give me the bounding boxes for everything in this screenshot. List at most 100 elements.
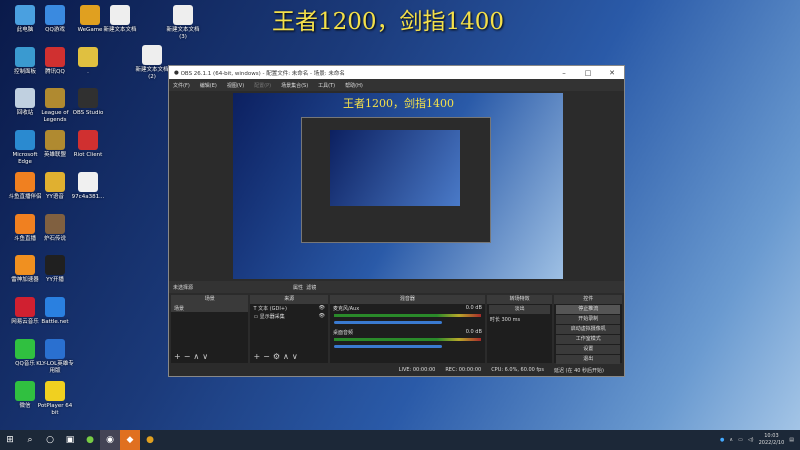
desktop-icon[interactable]: PotPlayer 64 bit [35, 381, 75, 417]
obs-taskbar-icon[interactable]: ◉ [100, 430, 120, 450]
app-icon [78, 47, 98, 67]
game-taskbar-icon[interactable]: ● [140, 430, 160, 450]
desktop-icon[interactable]: 97c4a381... [68, 172, 108, 201]
duration-field[interactable]: 时长 300 ms [487, 315, 553, 323]
menu-view[interactable]: 视图(V) [227, 82, 244, 89]
maximize-button[interactable]: □ [576, 69, 600, 77]
volume-slider[interactable] [333, 321, 443, 324]
controls-header: 控件 [554, 295, 622, 304]
scene-item[interactable]: 场景 [171, 304, 249, 312]
menu-edit[interactable]: 编辑(E) [200, 82, 217, 89]
desktop-icon[interactable]: OBS Studio [68, 88, 108, 117]
app-icon [45, 381, 65, 401]
menu-file[interactable]: 文件(F) [173, 82, 190, 89]
desktop-icon-label: OBS Studio [72, 110, 104, 116]
desktop-icon[interactable]: 新建文本文档 (3) [163, 5, 203, 41]
desktop-icon[interactable]: . [68, 47, 108, 76]
source-item[interactable]: ▭ 显示器采集 👁 [250, 312, 327, 320]
app-icon [173, 5, 193, 25]
volume-slider[interactable] [333, 345, 443, 348]
virtual-camera-button[interactable]: 启动虚拟摄像机 [556, 325, 620, 334]
desktop-icon-label: QQ游戏 [45, 27, 65, 33]
obs-window: ● OBS 26.1.1 (64-bit, windows) - 配置文件: 未… [168, 65, 625, 377]
minimize-button[interactable]: – [552, 69, 576, 77]
network-icon[interactable]: ▭ [738, 437, 743, 443]
app-icon [15, 88, 35, 108]
app-icon [110, 5, 130, 25]
title-bar: ● OBS 26.1.1 (64-bit, windows) - 配置文件: 未… [169, 66, 624, 79]
app-icon [45, 130, 65, 150]
app-icon [15, 297, 35, 317]
desktop-icon[interactable]: Battle.net [35, 297, 75, 326]
scenes-dock: 场景 场景 +−∧∨ [171, 295, 249, 363]
start-button[interactable]: ⊞ [0, 430, 20, 450]
volume-icon[interactable]: ◁) [748, 437, 754, 443]
desktop-icon-label: KLY-LOL英雄专用版 [36, 361, 74, 374]
desktop-icon[interactable]: 新建文本文档 [100, 5, 140, 34]
help-icon[interactable]: ● [720, 437, 724, 443]
desktop-icon[interactable]: 炉石传说 [35, 214, 75, 243]
window-title: OBS 26.1.1 (64-bit, windows) - 配置文件: 未命名… [180, 70, 345, 77]
status-bar: LIVE: 00:00:00 REC: 00:00:00 CPU: 6.0%, … [169, 364, 624, 376]
app-icon [45, 5, 65, 25]
desktop-icon-label: PotPlayer 64 bit [37, 403, 73, 416]
menu-scene-collection[interactable]: 场景集合(S) [281, 82, 308, 89]
app-icon [78, 130, 98, 150]
task-view-icon[interactable]: ▣ [60, 430, 80, 450]
douyu-taskbar-icon[interactable]: ◆ [120, 430, 140, 450]
menu-profile[interactable]: 配置(P) [254, 82, 271, 89]
sources-header: 来源 [250, 295, 328, 304]
app-icon [78, 88, 98, 108]
rec-time: REC: 00:00:00 [445, 367, 482, 373]
desktop-icon[interactable]: YY开播 [35, 255, 75, 284]
menu-help[interactable]: 帮助(H) [345, 82, 363, 89]
exit-button[interactable]: 退出 [556, 355, 620, 364]
app-icon [15, 214, 35, 234]
filters-button[interactable]: 滤镜 [306, 285, 316, 291]
cortana-icon[interactable]: ○ [40, 430, 60, 450]
desktop-icon-label: YY开播 [46, 277, 64, 283]
mixer-header: 混音器 [329, 295, 485, 304]
taskbar: ⊞ ⌕ ○ ▣ ● ◉ ◆ ● ● ∧ ▭ ◁) 10:03 2022/2/10 … [0, 430, 800, 450]
cpu-fps: CPU: 6.0%, 60.00 fps [491, 367, 544, 373]
chevron-up-icon[interactable]: ∧ [729, 437, 733, 443]
close-button[interactable]: ✕ [600, 69, 624, 77]
settings-button[interactable]: 设置 [556, 345, 620, 354]
app-green-icon[interactable]: ● [80, 430, 100, 450]
no-source-label: 未选择源 [173, 284, 194, 291]
start-recording-button[interactable]: 开始录制 [556, 315, 620, 324]
scene-tools[interactable]: +−∧∨ [174, 352, 211, 361]
desktop-icon[interactable]: 新建文本文档 (2) [132, 45, 172, 81]
mixer-channel-label: 桌面音频 0.0 dB [332, 329, 482, 336]
source-item[interactable]: T 文本 (GDI+) 👁 [250, 304, 327, 312]
desktop-icon[interactable]: QQ游戏 [35, 5, 75, 34]
app-icon [45, 88, 65, 108]
desktop-icon-label: 新建文本文档 (2) [135, 67, 169, 80]
desktop-icon-label: 97c4a381... [71, 194, 105, 200]
studio-mode-button[interactable]: 工作室模式 [556, 335, 620, 344]
preview-headline: 王者1200，剑指1400 [343, 97, 454, 110]
source-tools[interactable]: +−⚙∧∨ [253, 352, 300, 361]
notification-icon[interactable]: ▤ [789, 437, 794, 443]
stop-streaming-button[interactable]: 停止推流 [556, 305, 620, 314]
clock[interactable]: 10:03 2022/2/10 [759, 433, 785, 447]
search-icon[interactable]: ⌕ [20, 430, 40, 450]
menu-tools[interactable]: 工具(T) [318, 82, 335, 89]
app-icon [15, 130, 35, 150]
delay-status: 延迟 (在 40 秒后开始) [553, 367, 604, 374]
live-time: LIVE: 00:00:00 [398, 367, 436, 373]
source-toolbar: 未选择源 属性 滤镜 [169, 281, 624, 293]
app-icon [78, 172, 98, 192]
properties-button[interactable]: 属性 [293, 285, 303, 291]
app-icon [15, 172, 35, 192]
desktop-icon-label: 新建文本文档 [103, 27, 137, 33]
audio-meter [333, 314, 481, 317]
desktop-icon[interactable]: Riot Client [68, 130, 108, 159]
transition-select[interactable]: 淡出 [488, 305, 551, 314]
app-icon [45, 339, 65, 359]
desktop-icon-label: 新建文本文档 (3) [166, 27, 200, 40]
app-icon [15, 47, 35, 67]
desktop-icon-label: Battle.net [41, 319, 69, 325]
preview-canvas[interactable]: 王者1200，剑指1400 [233, 93, 563, 279]
desktop-icon[interactable]: KLY-LOL英雄专用版 [35, 339, 75, 375]
